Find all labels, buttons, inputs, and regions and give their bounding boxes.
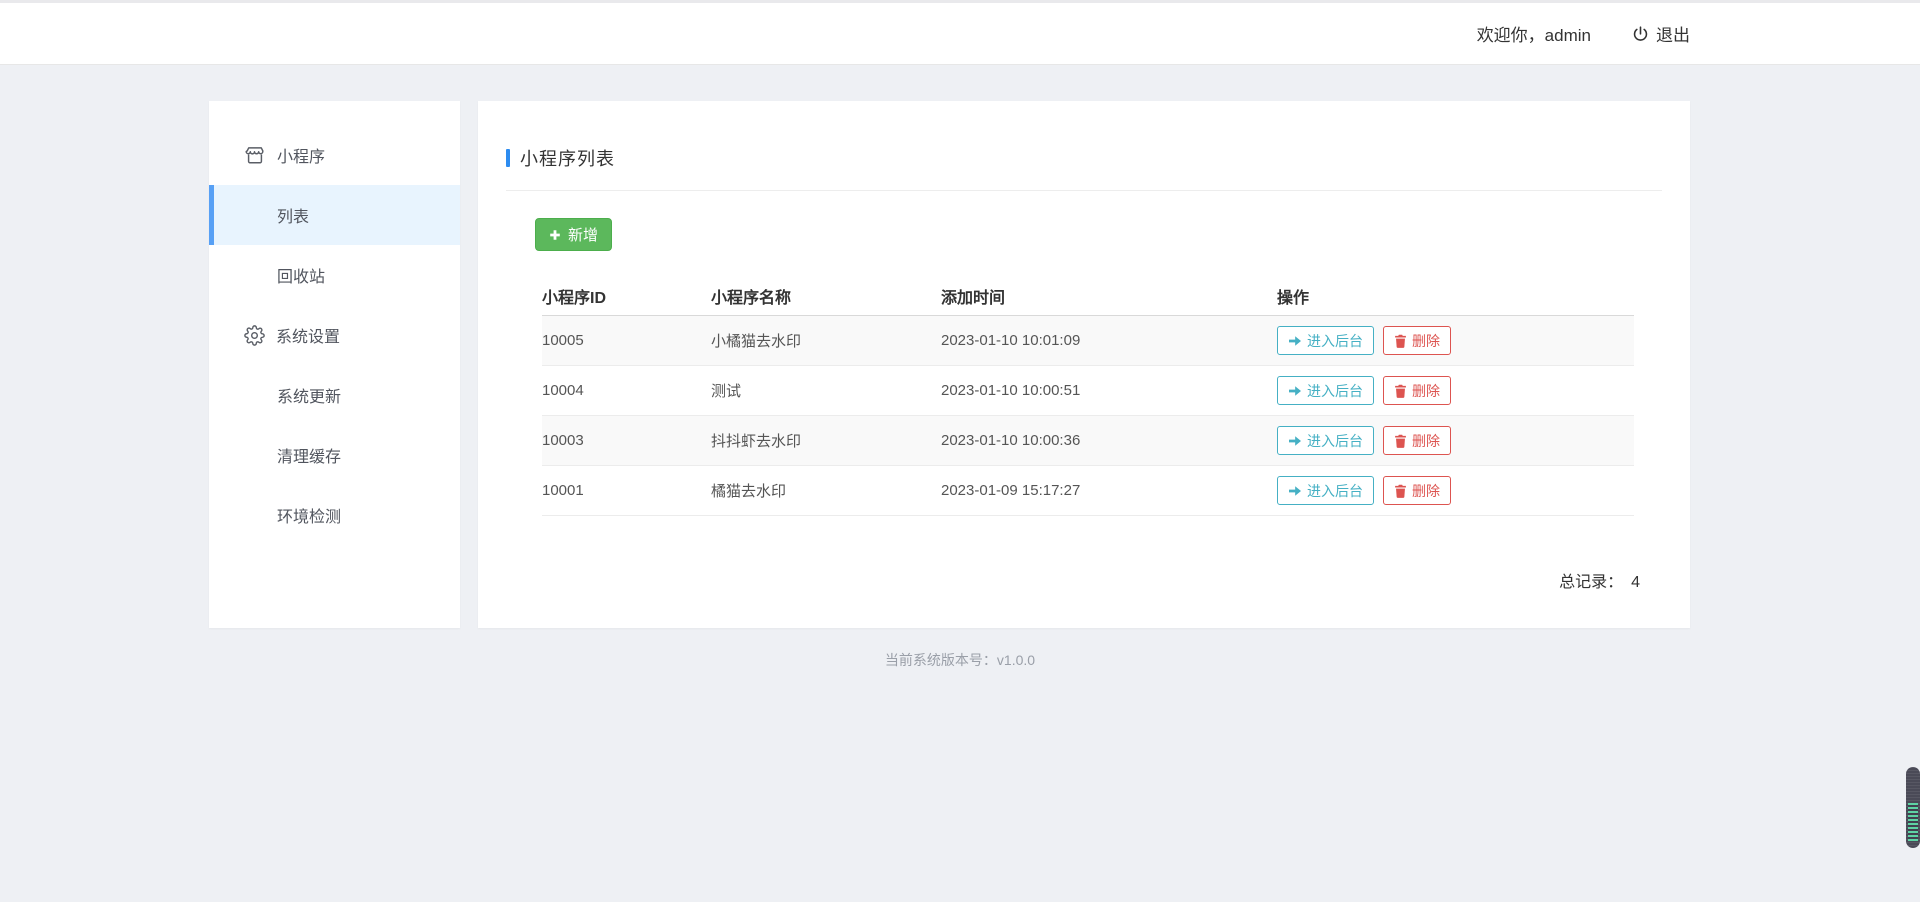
sidebar-item-label: 系统设置 xyxy=(276,323,340,347)
sidebar-item-label: 列表 xyxy=(277,203,309,227)
arrow-right-icon xyxy=(1288,335,1302,347)
enter-admin-label: 进入后台 xyxy=(1307,481,1363,501)
cell-id: 10001 xyxy=(542,482,711,499)
enter-admin-button[interactable]: 进入后台 xyxy=(1277,426,1374,455)
trash-icon xyxy=(1394,334,1407,348)
total-records-value: 4 xyxy=(1631,574,1640,591)
add-button[interactable]: 新增 xyxy=(535,218,612,251)
cell-name: 橘猫去水印 xyxy=(711,480,941,501)
top-header: 欢迎你，admin 退出 xyxy=(0,0,1920,65)
title-marker xyxy=(506,149,510,167)
delete-label: 删除 xyxy=(1412,481,1440,501)
cell-time: 2023-01-09 15:17:27 xyxy=(941,482,1277,499)
arrow-right-icon xyxy=(1288,435,1302,447)
welcome-text: 欢迎你，admin xyxy=(1477,21,1591,46)
plus-icon xyxy=(549,229,561,241)
sidebar-item-system-update[interactable]: 系统更新 xyxy=(209,365,460,425)
delete-button[interactable]: 删除 xyxy=(1383,376,1451,405)
version-footer: 当前系统版本号：v1.0.0 xyxy=(0,650,1920,670)
sidebar-item-env-check[interactable]: 环境检测 xyxy=(209,485,460,545)
sidebar-item-label: 环境检测 xyxy=(277,503,341,527)
column-header-actions: 操作 xyxy=(1277,284,1634,308)
trash-icon xyxy=(1394,434,1407,448)
cell-name: 测试 xyxy=(711,380,941,401)
enter-admin-label: 进入后台 xyxy=(1307,381,1363,401)
sidebar-item-label: 小程序 xyxy=(277,143,325,167)
trash-icon xyxy=(1394,384,1407,398)
cell-time: 2023-01-10 10:00:51 xyxy=(941,382,1277,399)
cell-name: 小橘猫去水印 xyxy=(711,330,941,351)
gear-icon xyxy=(244,325,265,346)
column-header-time: 添加时间 xyxy=(941,284,1277,308)
delete-button[interactable]: 删除 xyxy=(1383,476,1451,505)
delete-button[interactable]: 删除 xyxy=(1383,326,1451,355)
table-row: 10004 测试 2023-01-10 10:00:51 进入后台 删除 xyxy=(542,366,1634,416)
delete-label: 删除 xyxy=(1412,331,1440,351)
enter-admin-button[interactable]: 进入后台 xyxy=(1277,326,1374,355)
add-button-label: 新增 xyxy=(568,224,598,245)
mini-program-icon xyxy=(244,144,266,166)
scrollbar-marks xyxy=(1908,803,1918,841)
delete-label: 删除 xyxy=(1412,431,1440,451)
page-title: 小程序列表 xyxy=(520,145,615,171)
logout-button[interactable]: 退出 xyxy=(1631,21,1690,46)
title-divider xyxy=(506,190,1662,191)
cell-id: 10005 xyxy=(542,332,711,349)
logout-label: 退出 xyxy=(1656,21,1690,46)
main-panel: 小程序列表 新增 小程序ID 小程序名称 添加时间 操作 10005 小橘猫去水… xyxy=(478,101,1690,628)
table-row: 10001 橘猫去水印 2023-01-09 15:17:27 进入后台 删除 xyxy=(542,466,1634,516)
cell-id: 10004 xyxy=(542,382,711,399)
cell-name: 抖抖虾去水印 xyxy=(711,430,941,451)
sidebar-item-list[interactable]: 列表 xyxy=(209,185,460,245)
sidebar-item-label: 系统更新 xyxy=(277,383,341,407)
delete-label: 删除 xyxy=(1412,381,1440,401)
enter-admin-button[interactable]: 进入后台 xyxy=(1277,376,1374,405)
miniprogram-table: 小程序ID 小程序名称 添加时间 操作 10005 小橘猫去水印 2023-01… xyxy=(542,277,1634,516)
trash-icon xyxy=(1394,484,1407,498)
total-records-label: 总记录： xyxy=(1559,574,1623,591)
total-records: 总记录： 4 xyxy=(478,568,1690,592)
delete-button[interactable]: 删除 xyxy=(1383,426,1451,455)
cell-time: 2023-01-10 10:01:09 xyxy=(941,332,1277,349)
sidebar-item-label: 清理缓存 xyxy=(277,443,341,467)
cell-time: 2023-01-10 10:00:36 xyxy=(941,432,1277,449)
table-row: 10003 抖抖虾去水印 2023-01-10 10:00:36 进入后台 删除 xyxy=(542,416,1634,466)
sidebar-item-system-settings[interactable]: 系统设置 xyxy=(209,305,460,365)
sidebar-item-miniprogram[interactable]: 小程序 xyxy=(209,125,460,185)
sidebar: 小程序 列表 回收站 系统设置 系统更新 清理缓存 环境检测 xyxy=(209,101,460,628)
column-header-name: 小程序名称 xyxy=(711,284,941,308)
enter-admin-label: 进入后台 xyxy=(1307,331,1363,351)
enter-admin-button[interactable]: 进入后台 xyxy=(1277,476,1374,505)
table-row: 10005 小橘猫去水印 2023-01-10 10:01:09 进入后台 删除 xyxy=(542,316,1634,366)
power-icon xyxy=(1631,25,1650,44)
table-header-row: 小程序ID 小程序名称 添加时间 操作 xyxy=(542,277,1634,316)
sidebar-item-label: 回收站 xyxy=(277,263,325,287)
arrow-right-icon xyxy=(1288,385,1302,397)
arrow-right-icon xyxy=(1288,485,1302,497)
cell-id: 10003 xyxy=(542,432,711,449)
scrollbar-thumb[interactable] xyxy=(1906,767,1920,848)
enter-admin-label: 进入后台 xyxy=(1307,431,1363,451)
panel-title-row: 小程序列表 xyxy=(506,145,1662,171)
sidebar-item-recycle-bin[interactable]: 回收站 xyxy=(209,245,460,305)
column-header-id: 小程序ID xyxy=(542,284,711,308)
sidebar-item-clear-cache[interactable]: 清理缓存 xyxy=(209,425,460,485)
